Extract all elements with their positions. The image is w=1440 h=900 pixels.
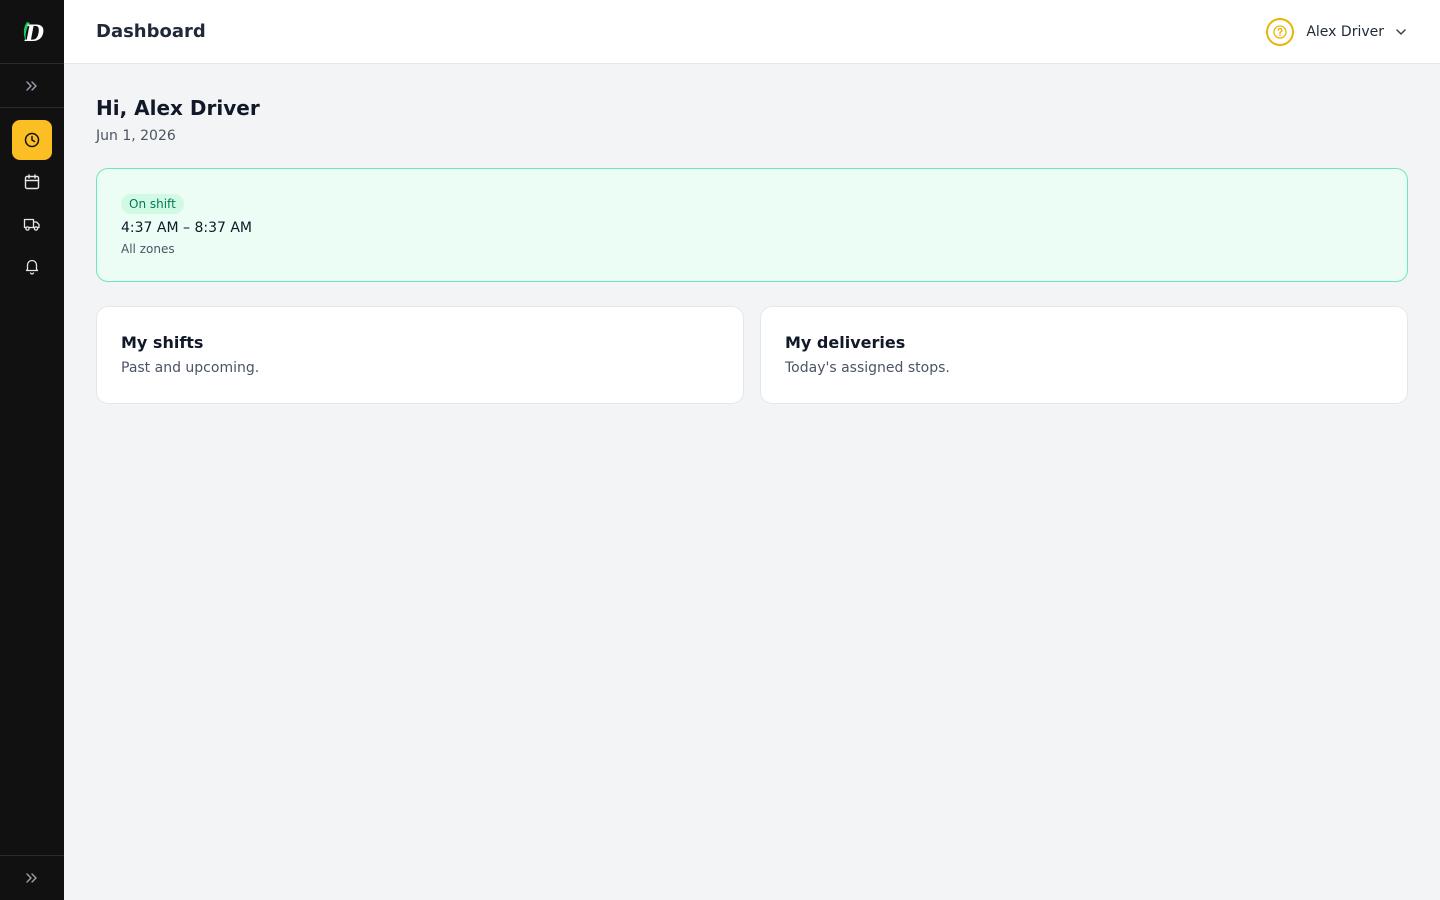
user-area: Alex Driver bbox=[1266, 17, 1408, 46]
current-shift-card: On shift 4:37 AM – 8:37 AM All zones bbox=[96, 168, 1408, 282]
status-badge: On shift bbox=[121, 194, 184, 214]
main-area: Dashboard Alex Driver Hi, Alex Driver Ju… bbox=[64, 0, 1440, 900]
sidebar-collapse-button[interactable] bbox=[0, 855, 64, 900]
sidebar-item-calendar[interactable] bbox=[12, 162, 52, 202]
app-logo[interactable]: D bbox=[0, 0, 64, 64]
greeting: Hi, Alex Driver bbox=[96, 96, 260, 120]
current-date: Jun 1, 2026 bbox=[96, 128, 176, 144]
bell-icon bbox=[25, 259, 39, 275]
card-description: Today's assigned stops. bbox=[785, 360, 950, 376]
logo-icon: D bbox=[23, 21, 44, 46]
calendar-icon bbox=[24, 174, 40, 190]
card-description: Past and upcoming. bbox=[121, 360, 260, 376]
sidebar-item-clock[interactable] bbox=[12, 120, 52, 160]
chevrons-right-icon bbox=[26, 80, 37, 91]
help-button[interactable] bbox=[1266, 17, 1295, 46]
help-icon bbox=[1273, 24, 1287, 39]
svg-text:D: D bbox=[24, 21, 44, 46]
shift-time: 4:37 AM – 8:37 AM bbox=[121, 220, 252, 236]
sidebar-expand-button[interactable] bbox=[0, 64, 64, 108]
quick-links: My shifts Past and upcoming. My deliveri… bbox=[96, 306, 1408, 404]
user-menu[interactable]: Alex Driver bbox=[1306, 24, 1408, 40]
my-shifts-card[interactable]: My shifts Past and upcoming. bbox=[96, 306, 744, 404]
sidebar-item-bell[interactable] bbox=[12, 246, 52, 286]
truck-icon bbox=[23, 218, 40, 231]
chevrons-right-icon bbox=[26, 873, 37, 883]
card-title: My shifts bbox=[121, 333, 204, 352]
sidebar-item-truck[interactable] bbox=[12, 204, 52, 244]
shift-zone: All zones bbox=[121, 242, 175, 256]
card-title: My deliveries bbox=[785, 333, 906, 352]
app-root: D Dashboard Alex Driver Hi, Alex Driver … bbox=[0, 0, 1440, 900]
clock-icon bbox=[24, 132, 40, 148]
top-bar: Dashboard Alex Driver bbox=[64, 0, 1440, 64]
dashboard-content: Hi, Alex Driver Jun 1, 2026 On shift 4:3… bbox=[64, 64, 1440, 436]
sidebar-nav bbox=[12, 120, 52, 286]
my-deliveries-card[interactable]: My deliveries Today's assigned stops. bbox=[760, 306, 1408, 404]
sidebar: D bbox=[0, 0, 64, 900]
user-name: Alex Driver bbox=[1306, 23, 1384, 40]
page-title: Dashboard bbox=[96, 21, 206, 42]
chevron-down-icon bbox=[1396, 28, 1406, 35]
